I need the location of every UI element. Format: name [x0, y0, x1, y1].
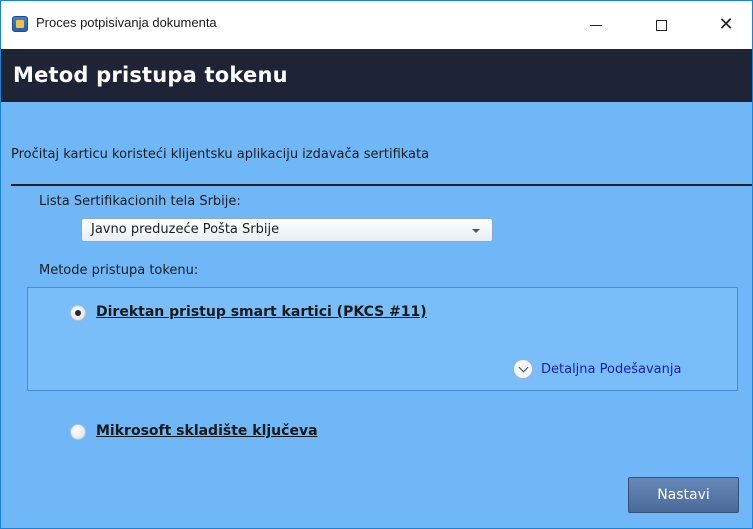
ca-select-dropdown[interactable]: Javno preduzeće Pošta Srbije [81, 218, 493, 242]
maximize-icon [655, 19, 667, 31]
methods-label: Metode pristupa tokenu: [39, 263, 199, 278]
expand-chevron-icon [513, 359, 533, 379]
page-header: Metod pristupa tokenu [1, 49, 752, 102]
advanced-settings-label: Detaljna Podešavanja [541, 361, 682, 377]
advanced-settings-toggle[interactable]: Detaljna Podešavanja [513, 358, 681, 380]
ca-select-value: Javno preduzeće Pošta Srbije [91, 222, 280, 237]
close-button[interactable]: ✕ [703, 1, 749, 49]
maximize-button[interactable] [638, 1, 684, 49]
window-title: Proces potpisivanja dokumenta [36, 15, 217, 30]
page-title: Metod pristupa tokenu [13, 63, 288, 87]
chevron-down-icon [518, 362, 528, 373]
title-bar[interactable]: Proces potpisivanja dokumenta ✕ [1, 1, 752, 49]
next-button[interactable]: Nastavi [628, 477, 739, 513]
minimize-button[interactable] [573, 1, 619, 49]
radio-ms-keystore[interactable] [70, 424, 86, 440]
app-token-icon [12, 16, 28, 32]
next-button-label: Nastavi [657, 487, 710, 503]
dialog-window: Proces potpisivanja dokumenta ✕ Metod pr… [0, 0, 753, 529]
close-icon: ✕ [718, 14, 734, 35]
chevron-down-icon [472, 229, 480, 233]
section-divider [11, 184, 752, 186]
radio-pkcs11[interactable] [70, 305, 86, 321]
option-label-pkcs11[interactable]: Direktan pristup smart kartici (PKCS #11… [96, 304, 427, 320]
ca-list-label: Lista Sertifikacionih tela Srbije: [39, 194, 241, 209]
instruction-text: Pročitaj karticu koristeći klijentsku ap… [11, 147, 430, 162]
option-label-ms-keystore[interactable]: Mikrosoft skladište ključeva [96, 423, 318, 439]
minimize-icon [590, 24, 602, 26]
